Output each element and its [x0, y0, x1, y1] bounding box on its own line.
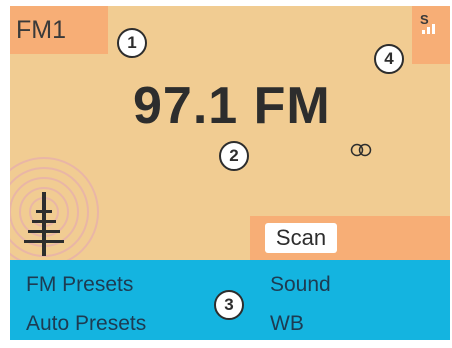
scan-button[interactable]: Scan: [265, 223, 337, 253]
callout-marker: 2: [219, 141, 249, 171]
callout-marker: 4: [374, 44, 404, 74]
antenna-icon: [10, 157, 99, 266]
sound-button[interactable]: Sound: [270, 273, 331, 297]
band-label: FM1: [16, 15, 66, 44]
signal-strength-indicator: S: [412, 6, 450, 64]
scan-label: Scan: [275, 225, 327, 250]
band-indicator[interactable]: FM1: [10, 6, 108, 54]
auto-presets-button[interactable]: Auto Presets: [26, 312, 146, 336]
wb-button[interactable]: WB: [270, 312, 304, 336]
stereo-icon: [350, 143, 372, 157]
signal-bar: [427, 27, 430, 34]
fm-presets-button[interactable]: FM Presets: [26, 273, 133, 297]
callout-marker: 3: [214, 290, 244, 320]
signal-bar: [422, 30, 425, 34]
radio-screen: FM1 S 97.1 FM Scan FM Presets Sound Auto…: [10, 6, 450, 340]
signal-label: S: [420, 12, 429, 27]
signal-bar: [432, 24, 435, 34]
frequency-display: 97.1 FM: [133, 77, 331, 135]
callout-marker: 1: [117, 28, 147, 58]
